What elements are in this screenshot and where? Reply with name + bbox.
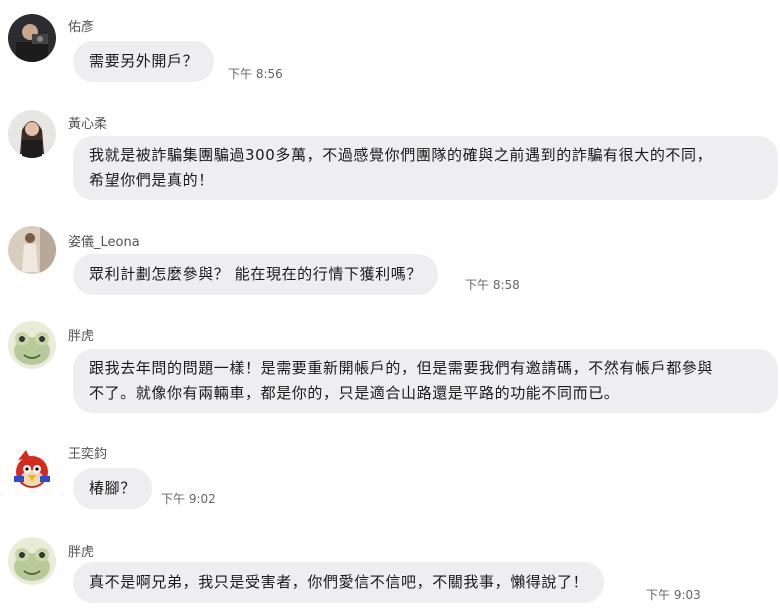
message-text: 希望你們是真的！ <box>89 171 214 189</box>
message-text: 椿腳？ <box>89 479 136 497</box>
message-text: 真不是啊兄弟，我只是受害者，你們愛信不信吧，不關我事，懶得說了！ <box>89 573 589 591</box>
frog-avatar[interactable] <box>8 537 56 585</box>
message-text: 我就是被詐騙集團騙過300多萬，不過感覺你們團隊的確與之前遇到的詐騙有很大的不同… <box>89 146 713 164</box>
message-bubble[interactable]: 我就是被詐騙集團騙過300多萬，不過感覺你們團隊的確與之前遇到的詐騙有很大的不同… <box>73 136 778 200</box>
angry-bird-avatar[interactable] <box>8 446 56 494</box>
sender-name: 姿儀_Leona <box>68 235 140 250</box>
man-with-camera-avatar[interactable] <box>8 14 56 62</box>
message-bubble[interactable]: 跟我去年問的問題一樣！是需要重新開帳戶的，但是需要我們有邀請碼，不然有帳戶都參與… <box>73 349 778 413</box>
message-timestamp: 下午 9:03 <box>646 588 701 602</box>
sender-name: 王奕鈞 <box>68 447 108 462</box>
sender-name: 胖虎 <box>68 329 95 344</box>
woman-avatar[interactable] <box>8 110 56 158</box>
message-text: 不了。就像你有兩輛車，都是你的，只是適合山路還是平路的功能不同而已。 <box>89 384 620 402</box>
sender-name: 黃心柔 <box>68 117 108 132</box>
sender-name: 佑彥 <box>68 20 95 35</box>
message-bubble[interactable]: 椿腳？ <box>73 468 152 509</box>
woman-standing-avatar[interactable] <box>8 226 56 274</box>
message-bubble[interactable]: 眾利計劃怎麼參與？ 能在現在的行情下獲利嗎？ <box>73 254 438 295</box>
frog-avatar[interactable] <box>8 321 56 369</box>
message-timestamp: 下午 8:58 <box>465 278 520 292</box>
sender-name: 胖虎 <box>68 545 95 560</box>
message-timestamp: 下午 8:56 <box>228 67 283 81</box>
message-bubble[interactable]: 真不是啊兄弟，我只是受害者，你們愛信不信吧，不關我事，懶得說了！ <box>73 562 605 603</box>
message-text: 跟我去年問的問題一樣！是需要重新開帳戶的，但是需要我們有邀請碼，不然有帳戶都參與 <box>89 359 714 377</box>
message-timestamp: 下午 9:02 <box>161 492 216 506</box>
message-text: 需要另外開戶？ <box>89 52 199 70</box>
message-bubble[interactable]: 需要另外開戶？ <box>73 41 215 82</box>
message-text: 眾利計劃怎麼參與？ 能在現在的行情下獲利嗎？ <box>89 265 422 283</box>
